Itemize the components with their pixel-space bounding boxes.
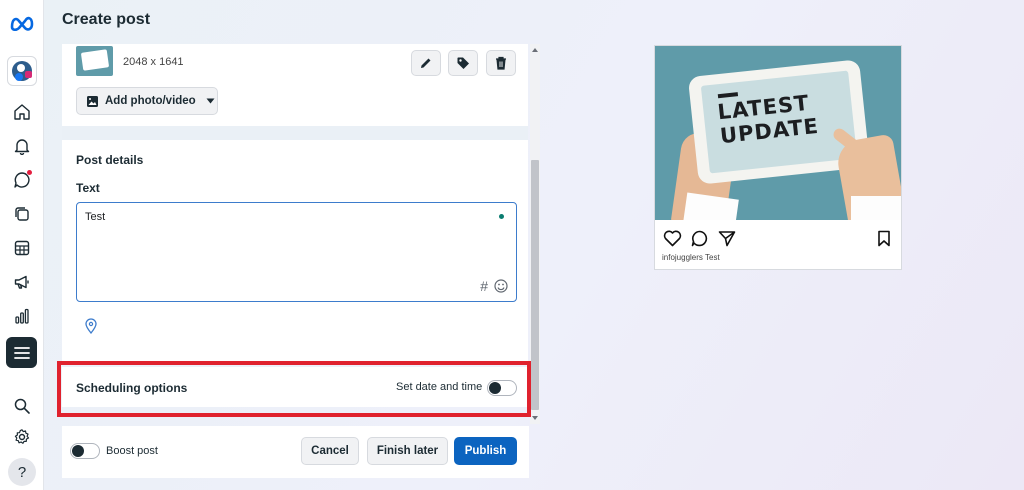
cancel-button[interactable]: Cancel [301, 437, 359, 465]
add-photo-video-button[interactable]: Add photo/video [76, 87, 218, 115]
media-dimensions: 2048 x 1641 [123, 56, 184, 68]
all-tools-menu-button[interactable] [6, 337, 37, 368]
scheduling-options-card: Scheduling options Set date and time [62, 367, 528, 407]
heart-icon [663, 230, 682, 247]
post-details-title: Post details [76, 153, 144, 167]
trash-icon [496, 56, 506, 70]
bookmark-icon [878, 230, 890, 247]
form-footer: Boost post Cancel Finish later Publish [62, 426, 529, 478]
edit-media-button[interactable] [411, 50, 441, 76]
publish-button[interactable]: Publish [454, 437, 517, 465]
set-date-time-label: Set date and time [396, 381, 483, 393]
preview-action-bar [663, 228, 895, 248]
scheduling-options-title: Scheduling options [76, 381, 188, 395]
content-stack-icon[interactable] [9, 201, 35, 227]
megaphone-icon[interactable] [9, 269, 35, 295]
bell-icon[interactable] [9, 133, 35, 159]
left-sidebar: ? [0, 0, 44, 490]
delete-media-button[interactable] [486, 50, 516, 76]
finish-later-button[interactable]: Finish later [367, 437, 448, 465]
media-thumbnail[interactable] [76, 46, 113, 76]
create-post-form: 2048 x 1641 Add photo/video Post details… [62, 44, 529, 424]
meta-logo-icon[interactable] [9, 10, 35, 36]
comment-icon [691, 230, 708, 247]
scroll-down-icon[interactable] [532, 416, 538, 420]
grammar-status-icon [499, 214, 504, 219]
help-button[interactable]: ? [8, 458, 36, 486]
caret-down-icon [206, 98, 215, 104]
preview-image-headline: LATEST UPDATE [716, 90, 821, 149]
emoji-icon[interactable] [494, 279, 508, 293]
media-card: 2048 x 1641 Add photo/video [62, 44, 528, 126]
account-avatar-icon[interactable] [7, 56, 37, 86]
share-icon [718, 231, 736, 247]
boost-post-toggle[interactable] [70, 443, 100, 459]
instagram-post-preview: LATEST UPDATE infojugglers Test [654, 45, 902, 270]
add-photo-label: Add photo/video [105, 95, 196, 107]
boost-post-label: Boost post [106, 445, 158, 457]
post-details-card: Post details Text Test # [62, 140, 528, 361]
photo-icon [87, 95, 98, 107]
tag-media-button[interactable] [448, 50, 478, 76]
set-date-time-toggle[interactable] [487, 380, 517, 396]
preview-caption: infojugglers Test [662, 253, 720, 262]
location-pin-icon[interactable] [84, 318, 98, 334]
post-text-input[interactable]: Test # [76, 202, 517, 302]
tag-icon [457, 57, 469, 69]
gear-icon[interactable] [9, 424, 35, 450]
bar-chart-icon[interactable] [9, 303, 35, 329]
calendar-table-icon[interactable] [9, 235, 35, 261]
form-scrollbar[interactable] [530, 44, 540, 424]
page-title: Create post [62, 11, 151, 28]
post-text-value: Test [85, 211, 106, 223]
home-icon[interactable] [9, 99, 35, 125]
preview-image: LATEST UPDATE [655, 46, 901, 220]
text-field-label: Text [76, 181, 100, 195]
search-icon[interactable] [9, 393, 35, 419]
scroll-up-icon[interactable] [532, 48, 538, 52]
section-divider [62, 126, 528, 140]
scroll-thumb[interactable] [531, 160, 539, 410]
hashtag-icon[interactable]: # [480, 278, 488, 294]
unread-badge [27, 170, 32, 175]
menu-icon [13, 346, 30, 359]
pencil-icon [421, 58, 431, 68]
chat-icon[interactable] [9, 167, 35, 193]
question-icon: ? [17, 463, 27, 481]
